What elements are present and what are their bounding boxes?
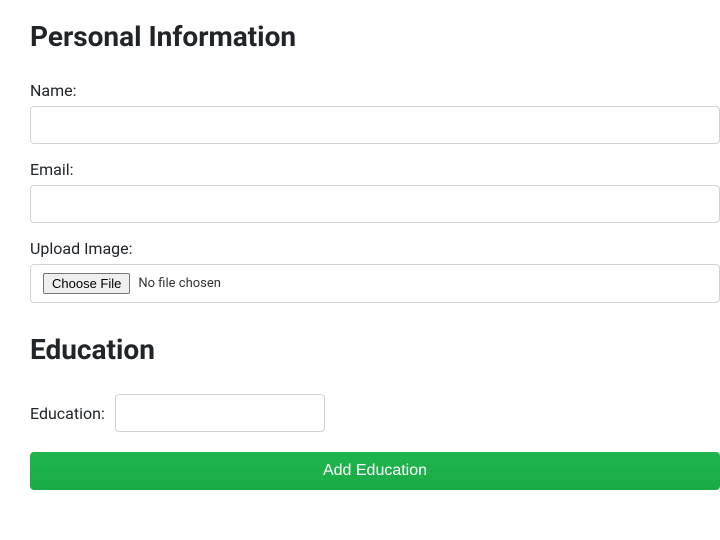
name-input[interactable] [30, 106, 720, 144]
file-input-wrapper[interactable]: Choose File No file chosen [30, 264, 720, 303]
file-status-text: No file chosen [138, 276, 221, 291]
education-input[interactable] [115, 394, 325, 432]
education-form-group: Education: [30, 394, 720, 432]
education-label: Education: [30, 404, 105, 423]
name-form-group: Name: [30, 81, 720, 144]
email-label: Email: [30, 160, 720, 179]
upload-form-group: Upload Image: Choose File No file chosen [30, 239, 720, 303]
personal-information-heading: Personal Information [30, 20, 720, 53]
email-form-group: Email: [30, 160, 720, 223]
choose-file-button[interactable]: Choose File [43, 273, 130, 294]
add-education-button[interactable]: Add Education [30, 452, 720, 490]
form-container: Personal Information Name: Email: Upload… [0, 0, 720, 490]
name-label: Name: [30, 81, 720, 100]
upload-label: Upload Image: [30, 239, 720, 258]
email-input[interactable] [30, 185, 720, 223]
education-heading: Education [30, 333, 720, 366]
